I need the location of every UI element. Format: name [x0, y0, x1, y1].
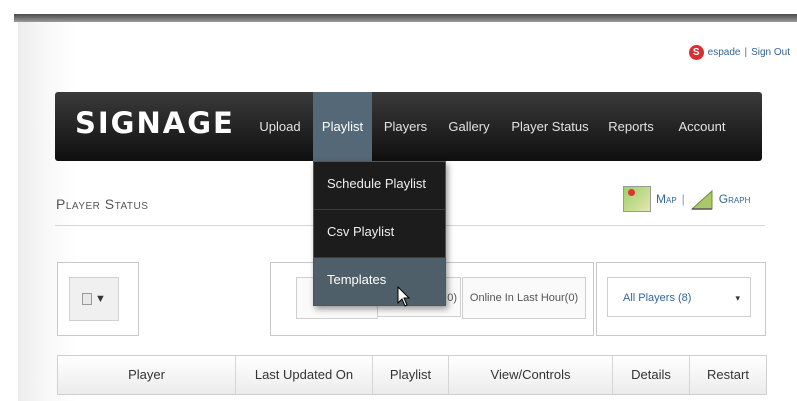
sign-out-link[interactable]: Sign Out — [751, 47, 790, 58]
col-details[interactable]: Details — [613, 356, 690, 394]
menu-item-csv-playlist[interactable]: Csv Playlist — [314, 210, 445, 258]
col-view-controls[interactable]: View/Controls — [449, 356, 613, 394]
page-title: Player Status — [56, 196, 149, 212]
table-header-row: Player Last Updated On Playlist View/Con… — [57, 355, 767, 395]
nav-gallery[interactable]: Gallery — [442, 92, 496, 161]
nav-account[interactable]: Account — [672, 92, 732, 161]
view-links-separator: | — [681, 192, 685, 206]
col-last-updated-on[interactable]: Last Updated On — [236, 356, 373, 394]
main-navbar: SIGNAGE Upload Playlist Players Gallery … — [55, 92, 762, 161]
user-avatar[interactable]: S — [688, 45, 704, 60]
nav-playlist[interactable]: Playlist — [313, 92, 372, 161]
chevron-down-icon: ▼ — [95, 293, 106, 305]
chevron-down-icon: ▾ — [735, 293, 740, 303]
window-top-edge — [14, 14, 797, 22]
col-playlist[interactable]: Playlist — [373, 356, 449, 394]
filter-online-last-hour-button[interactable]: Online In Last Hour(0) — [462, 277, 586, 319]
username-link[interactable]: espade — [708, 47, 741, 58]
col-restart[interactable]: Restart — [690, 356, 766, 394]
col-player[interactable]: Player — [58, 356, 236, 394]
user-bar: S espade | Sign Out — [688, 45, 790, 60]
player-select-value: All Players (8) — [623, 292, 692, 304]
map-icon[interactable] — [623, 186, 651, 212]
nav-reports[interactable]: Reports — [602, 92, 660, 161]
bulk-action-menu[interactable]: ▼ — [69, 277, 119, 321]
graph-link[interactable]: Graph — [719, 192, 751, 206]
map-link[interactable]: Map — [656, 192, 677, 206]
graph-icon[interactable] — [690, 187, 714, 211]
menu-item-templates[interactable]: Templates — [314, 258, 445, 305]
brand-logo[interactable]: SIGNAGE — [75, 106, 235, 140]
playlist-dropdown-menu: Schedule Playlist Csv Playlist Templates — [313, 161, 446, 306]
nav-upload[interactable]: Upload — [254, 92, 306, 161]
nav-player-status[interactable]: Player Status — [507, 92, 593, 161]
menu-item-schedule-playlist[interactable]: Schedule Playlist — [314, 162, 445, 210]
view-links: Map | Graph — [623, 186, 750, 212]
nav-players[interactable]: Players — [378, 92, 433, 161]
checkbox-icon — [82, 293, 93, 305]
mouse-cursor-icon — [397, 286, 411, 307]
player-select[interactable]: All Players (8) ▾ — [607, 277, 751, 317]
user-separator: | — [744, 47, 748, 58]
